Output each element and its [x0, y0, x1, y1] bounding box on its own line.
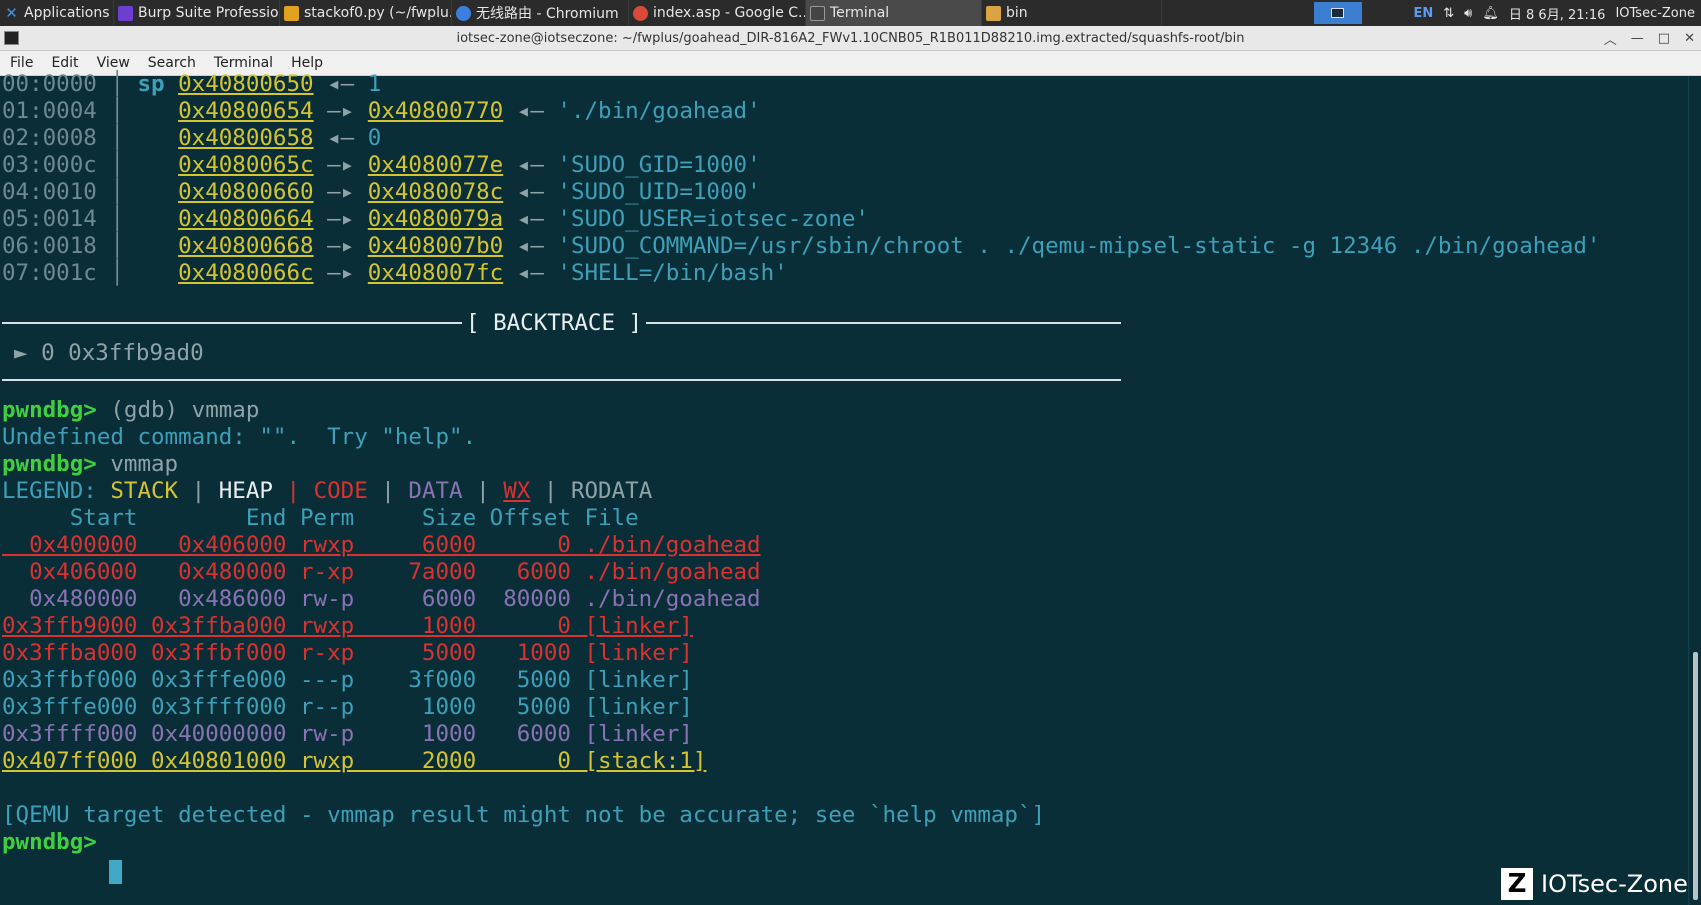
vmmap-row: 0x480000 0x486000 rw-p 6000 80000 ./bin/…	[2, 586, 761, 612]
task-bin-label: bin	[1006, 5, 1028, 21]
editor-icon	[284, 5, 299, 21]
xfce-menu-icon: ✕	[4, 3, 19, 22]
menu-help[interactable]: Help	[291, 55, 323, 71]
final-command-line[interactable]: pwndbg>	[2, 828, 97, 857]
legend-rodata: RODATA	[570, 478, 653, 504]
stack-line: 03:000c │ 0x4080065c —▸ 0x4080077e ◂— 'S…	[2, 152, 761, 178]
folder-icon	[986, 5, 1001, 21]
prompt: pwndbg>	[2, 397, 97, 423]
vmmap-header: Start End Perm Size Offset File	[2, 505, 639, 531]
stack-line: 07:001c │ 0x4080066c —▸ 0x408007fc ◂— 'S…	[2, 260, 788, 286]
terminal-workspace-icon	[1331, 8, 1344, 18]
network-icon[interactable]: ⇅	[1443, 6, 1454, 21]
close-icon[interactable]: ✕	[1684, 31, 1695, 46]
vmmap-row: 0x406000 0x480000 r-xp 7a000 6000 ./bin/…	[2, 559, 761, 585]
backtrace-rule-left	[2, 322, 462, 324]
task-chromium[interactable]: 无线路由 - Chromium	[452, 0, 629, 26]
menu-search[interactable]: Search	[148, 55, 196, 71]
stack-line: 00:0000 │ sp 0x40800650 ◂— 1	[2, 71, 382, 97]
vmmap-row: 0x3ffff000 0x40000000 rw-p 1000 6000 [li…	[2, 721, 693, 747]
legend-line: LEGEND: STACK | HEAP | CODE | DATA | WX …	[2, 478, 653, 504]
terminal-icon	[810, 5, 825, 21]
error-line: Undefined command: "". Try "help".	[2, 424, 477, 450]
vmmap-row: 0x400000 0x406000 rwxp 6000 0 ./bin/goah…	[2, 532, 761, 558]
legend-data: DATA	[408, 478, 463, 504]
notification-bell-icon[interactable]: 🔔︎	[1482, 6, 1499, 21]
qemu-note: [QEMU target detected - vmmap result mig…	[2, 802, 1046, 828]
user-name[interactable]: IOTsec-Zone	[1615, 6, 1695, 21]
backtrace-rule-bottom	[2, 379, 1121, 381]
text-cursor	[109, 860, 122, 884]
workspace-switcher[interactable]	[1313, 2, 1362, 24]
menu-edit[interactable]: Edit	[51, 55, 78, 71]
command-line: pwndbg> (gdb) vmmap	[2, 397, 260, 423]
vmmap-row: 0x3ffba000 0x3ffbf000 r-xp 5000 1000 [li…	[2, 640, 693, 666]
stack-line: 01:0004 │ 0x40800654 —▸ 0x40800770 ◂— '.…	[2, 98, 761, 124]
clock[interactable]: 日 8 6月, 21:16	[1509, 4, 1606, 23]
task-index-asp-label: index.asp - Google C...	[653, 5, 806, 21]
stack-line: 06:0018 │ 0x40800668 —▸ 0x408007b0 ◂— 'S…	[2, 233, 1601, 259]
system-tray: EN ⇅ 🔊︎ 🔔︎ 日 8 6月, 21:16 IOTsec-Zone	[1414, 4, 1701, 23]
task-terminal-label: Terminal	[830, 5, 890, 21]
applications-label: Applications	[24, 5, 110, 21]
chevron-up-icon[interactable]: ︿	[1604, 29, 1617, 48]
terminal-scrollbar[interactable]	[1688, 76, 1701, 905]
task-burp-label: Burp Suite Professio...	[138, 5, 280, 21]
vmmap-row: 0x3ffbf000 0x3fffe000 ---p 3f000 5000 [l…	[2, 667, 693, 693]
chrome-icon	[633, 5, 648, 21]
task-chromium-label: 无线路由 - Chromium	[476, 6, 619, 22]
stack-line: 04:0010 │ 0x40800660 —▸ 0x4080078c ◂— 'S…	[2, 179, 761, 205]
chromium-icon	[456, 5, 471, 21]
task-terminal[interactable]: Terminal	[806, 0, 982, 26]
task-index-asp[interactable]: index.asp - Google C...	[629, 0, 806, 26]
stack-line: 02:0008 │ 0x40800658 ◂— 0	[2, 125, 382, 151]
vmmap-row: 0x3ffb9000 0x3ffba000 rwxp 1000 0 [linke…	[2, 613, 693, 639]
command-line: pwndbg> vmmap	[2, 451, 179, 477]
legend-heap: HEAP	[218, 478, 273, 504]
prompt: pwndbg>	[2, 451, 97, 477]
vmmap-row: 0x407ff000 0x40801000 rwxp 2000 0 [stack…	[2, 748, 707, 774]
watermark-text: IOTsec-Zone	[1541, 870, 1688, 898]
burp-icon	[118, 5, 133, 21]
backtrace-rule-right	[646, 322, 1121, 324]
keyboard-layout[interactable]: EN	[1414, 6, 1434, 21]
legend-wx: WX	[503, 478, 531, 504]
legend-code: CODE	[313, 478, 368, 504]
volume-icon[interactable]: 🔊︎	[1464, 6, 1472, 21]
window-controls: ︿ — □ ✕	[1604, 26, 1695, 51]
applications-menu[interactable]: ✕ Applications	[0, 0, 114, 26]
scrollbar-thumb[interactable]	[1693, 652, 1698, 900]
minimize-icon[interactable]: —	[1631, 31, 1644, 46]
backtrace-frame: ► 0 0x3ffb9ad0	[14, 340, 204, 366]
window-title: iotsec-zone@iotseczone: ~/fwplus/goahead…	[456, 30, 1245, 46]
backtrace-heading: [ BACKTRACE ]	[466, 310, 643, 336]
task-bin[interactable]: bin	[982, 0, 1162, 26]
window-titlebar[interactable]: iotsec-zone@iotseczone: ~/fwplus/goahead…	[0, 26, 1701, 51]
taskbar-spacer	[1162, 0, 1314, 26]
task-stackof0-label: stackof0.py (~/fwplu...	[304, 5, 452, 21]
zone-logo-icon: Z	[1501, 868, 1533, 900]
maximize-icon[interactable]: □	[1658, 31, 1670, 46]
terminal-window-icon	[4, 31, 19, 45]
task-burp[interactable]: Burp Suite Professio...	[114, 0, 280, 26]
stack-line: 05:0014 │ 0x40800664 —▸ 0x4080079a ◂— 'S…	[2, 206, 869, 232]
menu-terminal[interactable]: Terminal	[214, 55, 273, 71]
watermark: Z IOTsec-Zone	[1501, 864, 1688, 904]
menu-view[interactable]: View	[97, 55, 130, 71]
prompt: pwndbg>	[2, 829, 97, 855]
task-stackof0[interactable]: stackof0.py (~/fwplu...	[280, 0, 452, 26]
taskbar: ✕ Applications Burp Suite Professio... s…	[0, 0, 1701, 26]
menu-file[interactable]: File	[10, 55, 33, 71]
legend-stack: STACK	[110, 478, 179, 504]
vmmap-row: 0x3fffe000 0x3ffff000 r--p 1000 5000 [li…	[2, 694, 693, 720]
